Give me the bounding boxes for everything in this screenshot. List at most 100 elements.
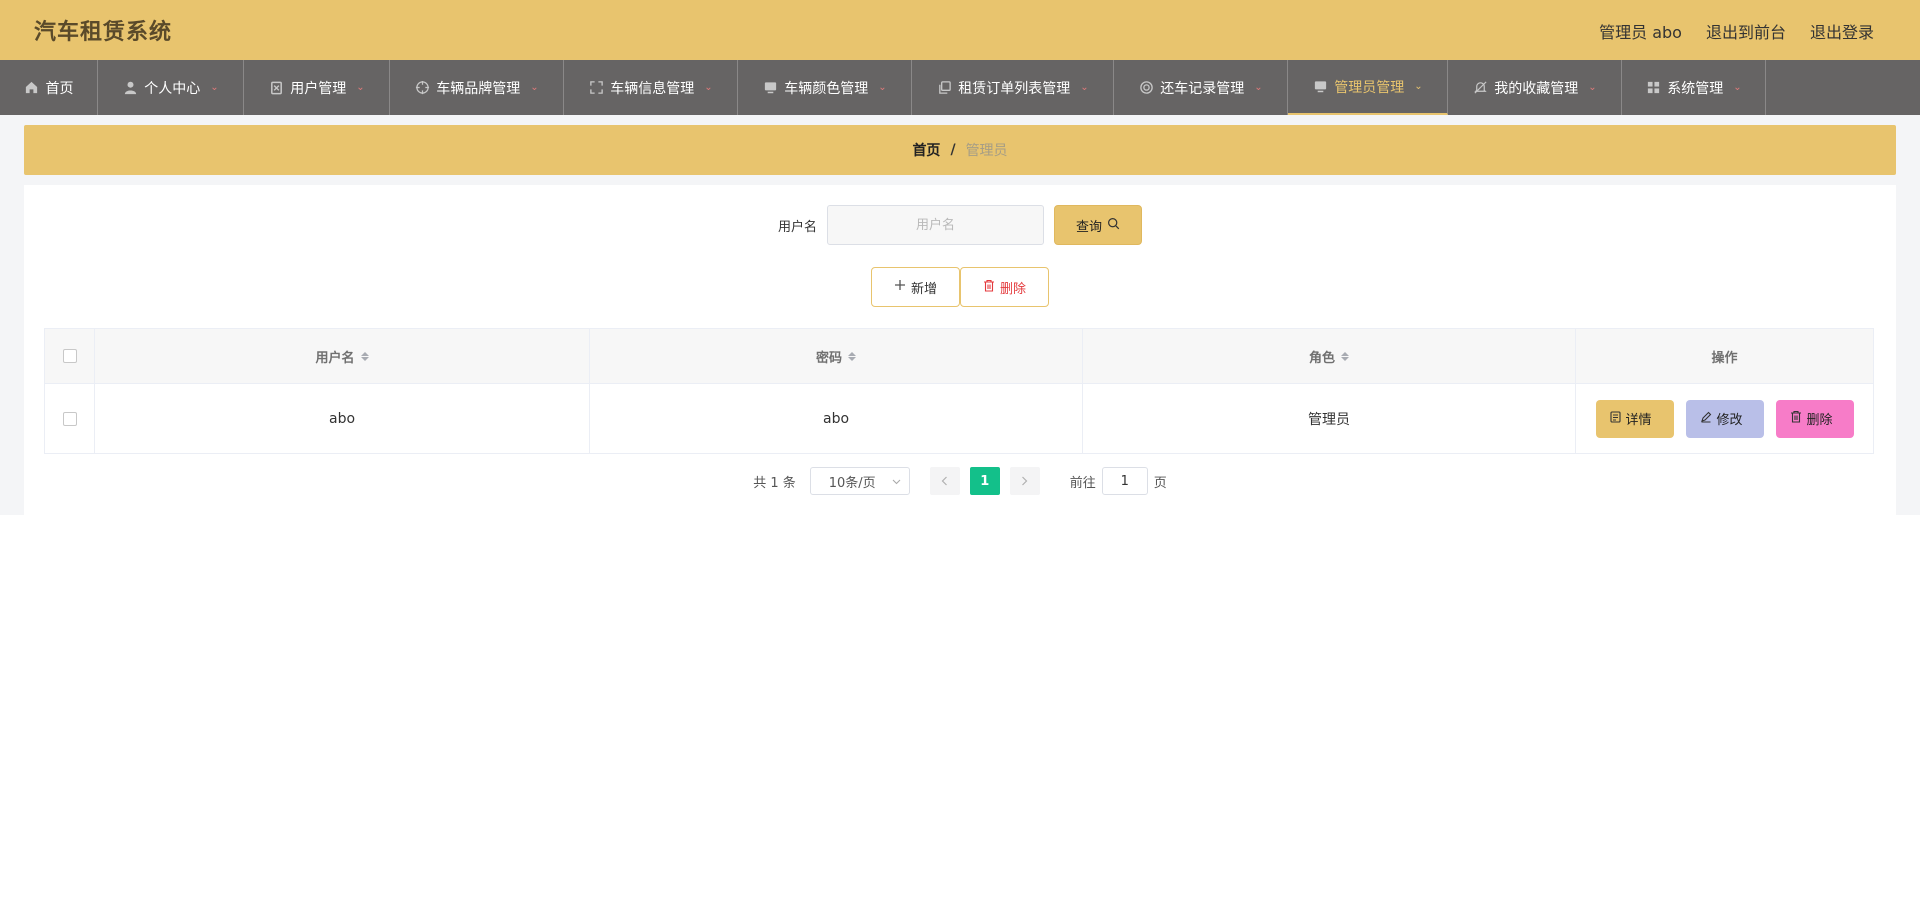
chevron-left-icon (941, 476, 948, 486)
nav-item-color-management[interactable]: 车辆颜色管理 ⌄ (738, 60, 912, 115)
fullscreen-icon (588, 80, 604, 96)
nav-item-system-management[interactable]: 系统管理 ⌄ (1622, 60, 1766, 115)
main-nav: 首页 个人中心 ⌄ 用户管理 ⌄ 车辆品牌管理 ⌄ 车辆信息管理 ⌄ 车辆颜色管… (0, 60, 1920, 115)
nav-item-admin-management[interactable]: 管理员管理 ⌄ (1288, 60, 1448, 115)
batch-delete-label: 删除 (999, 281, 1026, 297)
select-all-checkbox[interactable] (62, 349, 77, 363)
top-header: 汽车租赁系统 管理员 abo 退出到前台 退出登录 (0, 0, 1920, 60)
page-jumper: 前往 页 (1070, 467, 1167, 495)
chevron-down-icon: ⌄ (1080, 82, 1089, 93)
search-form: 用户名 查询 (24, 205, 1896, 245)
header-username-label: 用户名 (315, 350, 355, 366)
current-user-link[interactable]: 管理员 abo (1599, 19, 1682, 43)
monitor-icon (762, 80, 778, 96)
nav-item-home[interactable]: 首页 (0, 60, 98, 115)
nav-label-return-record-management: 还车记录管理 (1160, 80, 1245, 97)
prev-page-button[interactable] (929, 467, 960, 495)
header-operation: 操作 (1576, 329, 1873, 383)
edit-icon (1700, 411, 1712, 427)
lifebuoy-icon (1138, 80, 1154, 96)
chevron-right-icon (1022, 476, 1028, 486)
header-role[interactable]: 角色 (1083, 329, 1576, 383)
nav-item-user-management[interactable]: 用户管理 ⌄ (244, 60, 390, 115)
add-button-label: 新增 (910, 281, 937, 297)
nav-label-system-management: 系统管理 (1667, 80, 1724, 97)
action-buttons: 新增 删除 (24, 267, 1896, 307)
nav-item-vehicle-info-management[interactable]: 车辆信息管理 ⌄ (564, 60, 738, 115)
logout-link[interactable]: 退出登录 (1810, 19, 1874, 43)
trash-icon (983, 279, 995, 296)
cell-password: abo (590, 384, 1083, 453)
breadcrumb: 首页 / 管理员 (24, 125, 1896, 175)
document-icon (1609, 410, 1621, 427)
chevron-down-icon: ⌄ (1254, 82, 1263, 93)
header-username[interactable]: 用户名 (95, 329, 590, 383)
copy-icon (936, 80, 952, 96)
next-page-button[interactable] (1009, 467, 1040, 495)
nav-label-admin-management: 管理员管理 (1334, 79, 1405, 96)
header-password-label: 密码 (815, 350, 842, 366)
app-title: 汽车租赁系统 (34, 20, 173, 45)
cell-role: 管理员 (1083, 384, 1576, 453)
nav-label-personal-center: 个人中心 (144, 80, 201, 97)
search-icon (1107, 217, 1120, 234)
sort-icon[interactable] (360, 351, 369, 361)
row-delete-button[interactable]: 删除 (1775, 399, 1854, 438)
nav-item-brand-management[interactable]: 车辆品牌管理 ⌄ (390, 60, 564, 115)
admin-table: 用户名 密码 角色 操作 abo abo 管理员 详情 修改 删除 (44, 328, 1874, 454)
monitor-icon (1312, 79, 1328, 95)
search-label: 用户名 (777, 219, 817, 235)
table-header: 用户名 密码 角色 操作 (45, 329, 1873, 384)
nav-label-home: 首页 (45, 80, 74, 97)
batch-delete-button[interactable]: 删除 (960, 267, 1049, 307)
row-checkbox[interactable] (62, 411, 77, 426)
header-password[interactable]: 密码 (590, 329, 1083, 383)
goto-label: 前往 (1069, 475, 1096, 491)
detail-button[interactable]: 详情 (1595, 399, 1674, 438)
sort-icon[interactable] (848, 351, 856, 361)
clipboard-icon (268, 80, 284, 96)
breadcrumb-separator: / (950, 142, 956, 158)
back-to-frontend-link[interactable]: 退出到前台 (1706, 19, 1786, 43)
header-links: 管理员 abo 退出到前台 退出登录 (1599, 19, 1874, 43)
nav-label-favorites-management: 我的收藏管理 (1494, 80, 1579, 97)
nav-label-color-management: 车辆颜色管理 (784, 80, 869, 97)
chevron-down-icon: ⌄ (1414, 81, 1423, 92)
nav-item-personal-center[interactable]: 个人中心 ⌄ (98, 60, 244, 115)
chevron-down-icon: ⌄ (1733, 82, 1742, 93)
query-button[interactable]: 查询 (1054, 205, 1142, 245)
target-icon (414, 80, 430, 96)
page-number-1[interactable]: 1 (969, 467, 1000, 495)
grid-icon (1645, 80, 1661, 96)
page-size-value: 10条/页 (828, 475, 876, 491)
nav-item-favorites-management[interactable]: 我的收藏管理 ⌄ (1448, 60, 1622, 115)
edit-button-label: 修改 (1716, 413, 1743, 428)
chevron-down-icon: ⌄ (356, 82, 365, 93)
pagination-total: 共 1 条 (753, 475, 796, 491)
username-search-input[interactable] (827, 205, 1044, 245)
row-checkbox-cell (45, 384, 95, 453)
sort-icon[interactable] (1341, 351, 1349, 361)
chevron-down-icon: ⌄ (704, 82, 713, 93)
breadcrumb-home[interactable]: 首页 (912, 140, 940, 160)
nav-item-rental-order-management[interactable]: 租赁订单列表管理 ⌄ (912, 60, 1114, 115)
row-delete-label: 删除 (1806, 413, 1833, 428)
bell-off-icon (1472, 80, 1488, 96)
goto-page-input[interactable] (1101, 467, 1148, 495)
user-icon (122, 80, 138, 96)
page-size-select[interactable]: 10条/页 (809, 467, 910, 495)
nav-label-vehicle-info-management: 车辆信息管理 (610, 80, 695, 97)
plus-icon (894, 279, 906, 295)
chevron-down-icon: ⌄ (1588, 82, 1597, 93)
header-role-label: 角色 (1308, 350, 1335, 366)
main-content: 用户名 查询 新增 删除 用户名 (24, 185, 1896, 515)
header-operation-label: 操作 (1711, 350, 1738, 366)
chevron-down-icon (892, 474, 901, 489)
edit-button[interactable]: 修改 (1685, 399, 1764, 438)
add-button[interactable]: 新增 (871, 267, 960, 307)
trash-icon (1790, 410, 1802, 427)
nav-item-return-record-management[interactable]: 还车记录管理 ⌄ (1114, 60, 1288, 115)
detail-button-label: 详情 (1625, 413, 1652, 428)
nav-label-user-management: 用户管理 (290, 80, 347, 97)
query-button-label: 查询 (1075, 219, 1102, 235)
